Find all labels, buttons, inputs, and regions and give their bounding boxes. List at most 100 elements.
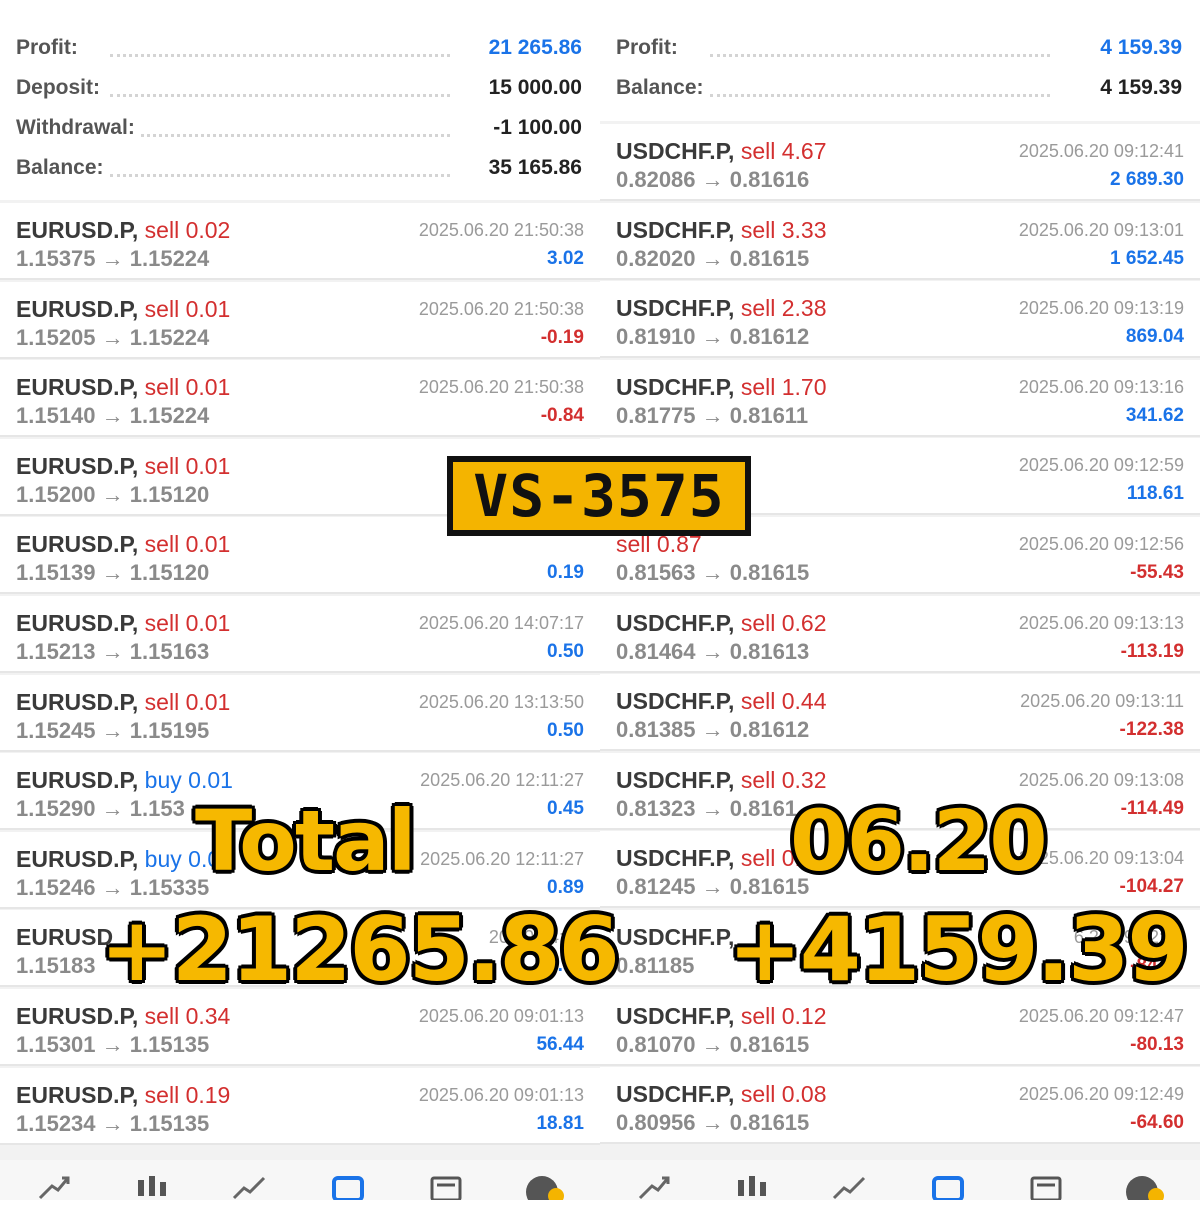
messages-icon[interactable] — [1124, 1172, 1164, 1205]
deal-title: EURUSD.P, sell 0.01 — [16, 374, 230, 401]
deal-row[interactable]: EURUSD.P, sell 0.01 1.15205 → 1.15224 2025… — [0, 281, 600, 359]
deal-title: EURUSD.P, sell 0.34 — [16, 1003, 230, 1030]
deal-side: sell — [144, 217, 180, 243]
deal-row[interactable]: USDCHF.P, sell 0.08 0.80956 → 0.81615 2025… — [600, 1067, 1200, 1145]
deal-title: USDCHF.P, sell 2.38 — [616, 295, 827, 322]
deal-prices: 1.15290 → 1.153 — [16, 796, 185, 822]
history-icon[interactable] — [328, 1172, 368, 1202]
deal-volume: 0.01 — [185, 452, 231, 479]
deal-prices: 0.82086 → 0.81616 — [616, 167, 810, 192]
deal-prices: 0.81464 → 0.81613 — [616, 638, 810, 664]
deal-prices: 0.81323 → 0.8161 — [616, 795, 798, 821]
deal-side: sell — [144, 1003, 180, 1029]
overlay-badge: VS-3575 — [447, 456, 751, 536]
deal-symbol: USDCHF.P, — [616, 688, 735, 715]
summary-value: 21 265.86 — [480, 36, 582, 60]
deal-row[interactable]: USDCHF.P, sell 0.44 0.81385 → 0.81612 2025… — [600, 674, 1200, 752]
deal-time: 2025.06.20 09:13:19 — [1018, 298, 1184, 319]
deal-volume: 0.01 — [185, 531, 231, 558]
summary-row: Profit: 21 265.86 — [0, 28, 600, 68]
news-icon[interactable] — [426, 1172, 466, 1202]
deal-volume: 0.01 — [185, 610, 231, 636]
deal-volume: 0.01 — [185, 688, 231, 715]
leader-dots — [710, 94, 1050, 97]
deal-prices: 1.15245 → 1.15195 — [16, 717, 210, 743]
deal-row[interactable]: USDCHF.P, sell 1.70 0.81775 → 0.81611 2025… — [600, 359, 1200, 437]
deal-symbol: USDCHF.P, — [616, 1002, 735, 1029]
deal-row[interactable]: EURUSD.P, sell 0.19 1.15234 → 1.15135 2025… — [0, 1067, 600, 1145]
news-icon[interactable] — [1026, 1172, 1066, 1202]
deal-profit: -80.13 — [1130, 1033, 1184, 1055]
deal-symbol: USDCHF.P, — [616, 295, 735, 322]
deal-side: sell — [144, 374, 180, 401]
deal-row[interactable]: USDCHF.P, sell 2.38 0.81910 → 0.81612 2025… — [600, 281, 1200, 359]
deal-prices: 1.15234 → 1.15135 — [16, 1110, 210, 1136]
deal-prices: 0.81775 → 0.81611 — [616, 402, 809, 428]
deal-time: 2025.06.20 09:01:13 — [418, 1084, 584, 1105]
deal-row[interactable]: USDCHF.P, sell 0.62 0.81464 → 0.81613 2025… — [600, 595, 1200, 673]
summary-section-right: Profit: 4 159.39 Balance: 4 159.39 — [600, 0, 1200, 121]
deal-profit: 2 689.30 — [1110, 169, 1184, 190]
deal-symbol: EURUSD.P, — [16, 295, 139, 322]
summary-label: Balance: — [16, 156, 110, 180]
deal-title: USDCHF.P, sell 0.08 — [616, 1081, 827, 1108]
overlay-total-label: Total — [195, 792, 416, 890]
deal-title: USDCHF.P, sell 0.32 — [616, 767, 827, 794]
summary-row: Balance: 4 159.39 — [600, 68, 1200, 108]
deal-row[interactable]: USDCHF.P, sell 3.33 0.82020 → 0.81615 2025… — [600, 202, 1200, 280]
deal-profit: 0.89 — [547, 876, 584, 898]
summary-row: Deposit: 15 000.00 — [0, 68, 600, 108]
deal-volume: 0.08 — [781, 1081, 827, 1108]
summary-row: Withdrawal: -1 100.00 — [0, 108, 600, 148]
deal-time: 2025.06.20 09:13:13 — [1018, 612, 1184, 633]
deal-title: EURUSD.P, sell 0.01 — [16, 610, 230, 637]
history-icon[interactable] — [928, 1172, 968, 1202]
trade-icon[interactable] — [230, 1172, 270, 1200]
summary-value: 35 165.86 — [480, 156, 582, 180]
deal-symbol: EURUSD.P, — [16, 217, 139, 243]
overlay-total-value: +21265.86 — [100, 898, 620, 1001]
deal-symbol: USDCHF.P, — [616, 766, 735, 793]
chart-icon[interactable] — [732, 1172, 772, 1200]
deal-row[interactable]: USDCHF.P, sell 4.67 0.82086 → 0.81616 2025… — [600, 124, 1200, 201]
bottom-nav-left — [0, 1160, 600, 1205]
leader-dots — [710, 54, 1050, 57]
deal-row[interactable]: EURUSD.P, sell 0.01 1.15140 → 1.15224 2025… — [0, 360, 600, 438]
quotes-icon[interactable] — [34, 1172, 74, 1200]
deal-time: 2025.06.20 09:12:47 — [1018, 1005, 1184, 1026]
deal-profit: -55.43 — [1130, 562, 1184, 583]
deal-profit: -113.19 — [1120, 640, 1184, 662]
deal-title: USDCHF.P, sell 0.62 — [616, 610, 827, 637]
deal-symbol: USDCHF.P, — [616, 845, 735, 872]
summary-row: Profit: 4 159.39 — [600, 28, 1200, 68]
trade-icon[interactable] — [830, 1172, 870, 1200]
deal-profit: -0.19 — [540, 326, 584, 348]
deal-title: EURUSD — [16, 924, 113, 951]
deal-side: sell — [740, 373, 776, 400]
summary-value: 4 159.39 — [1092, 36, 1182, 60]
deal-volume: 0.62 — [781, 609, 827, 636]
deal-profit: -114.49 — [1120, 797, 1184, 819]
deal-symbol: EURUSD.P, — [16, 688, 139, 715]
deal-volume: 0.01 — [185, 295, 231, 322]
messages-icon[interactable] — [524, 1172, 564, 1205]
deal-row[interactable]: EURUSD.P, sell 0.02 1.15375 → 1.15224 2025… — [0, 203, 600, 280]
deal-title: USDCHF.P, sell 1.70 — [616, 374, 827, 401]
deal-side: sell — [740, 1081, 776, 1108]
deal-prices: 0.81385 → 0.81612 — [616, 717, 810, 743]
deal-prices: 0.81185 — [616, 953, 695, 978]
deal-time: 2025.06.20 14:07:17 — [418, 613, 584, 633]
deal-symbol: EURUSD.P, — [16, 1081, 139, 1108]
chart-icon[interactable] — [132, 1172, 172, 1200]
leader-dots — [110, 54, 450, 57]
deal-row[interactable]: EURUSD.P, sell 0.01 1.15213 → 1.15163 2025… — [0, 596, 600, 673]
deal-symbol: USDCHF.P, — [616, 924, 735, 950]
deal-title: EURUSD.P, sell 0.01 — [16, 531, 230, 558]
history-panel-right: Profit: 4 159.39 Balance: 4 159.39 USDCHF.P… — [600, 0, 1200, 1205]
history-panel-left: Profit: 21 265.86 Deposit: 15 000.00 Withdra… — [0, 0, 600, 1205]
summary-value: 15 000.00 — [480, 76, 582, 100]
overlay-day-value: +4159.39 — [728, 898, 1189, 1001]
deal-row[interactable]: EURUSD.P, sell 0.01 1.15245 → 1.15195 2025… — [0, 674, 600, 752]
deal-profit: -104.27 — [1119, 876, 1184, 898]
quotes-icon[interactable] — [634, 1172, 674, 1200]
